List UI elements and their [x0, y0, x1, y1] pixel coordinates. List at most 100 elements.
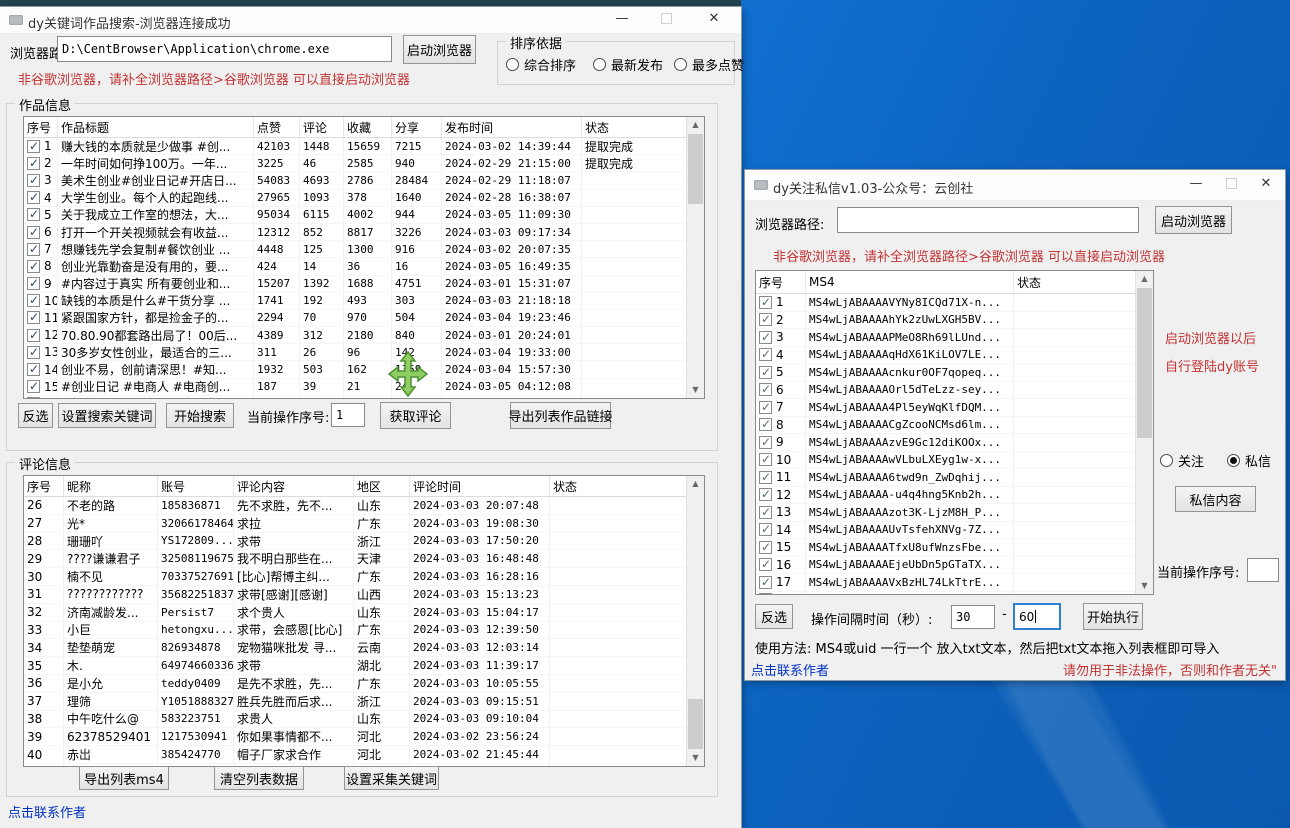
radio-follow[interactable]: 关注 — [1160, 451, 1204, 470]
table-row[interactable]: 3MS4wLjABAAAAPMeO8Rh69lLUnd... — [756, 329, 1136, 347]
table-row[interactable]: 28珊珊吖YS172809...求带浙江2024-03-03 17:50:20 — [24, 533, 687, 551]
column-header[interactable]: MS4 — [806, 271, 1014, 293]
column-header[interactable]: 序号 — [24, 476, 64, 496]
get-comments-button[interactable]: 获取评论 — [380, 402, 451, 429]
row-checkbox[interactable] — [27, 397, 40, 398]
table-row[interactable]: 15MS4wLjABAAAATfxU8ufWnzsFbe... — [756, 539, 1136, 557]
column-header[interactable]: 分享 — [392, 117, 442, 137]
column-header[interactable]: 账号 — [158, 476, 234, 496]
scroll-down-icon[interactable]: ▼ — [687, 750, 704, 766]
scroll-up-icon[interactable]: ▲ — [687, 117, 704, 133]
column-header[interactable]: 状态 — [582, 117, 687, 137]
table-row[interactable]: 5关于我成立工作室的想法，大...95034611540029442024-03… — [24, 207, 687, 224]
row-checkbox[interactable] — [759, 436, 772, 449]
table-row[interactable]: 1330多岁女性创业，最适合的三...31126961422024-03-04 … — [24, 344, 687, 361]
table-row[interactable]: 12MS4wLjABAAAA-u4q4hng5Knb2h... — [756, 487, 1136, 505]
row-checkbox[interactable] — [759, 313, 772, 326]
scroll-up-icon[interactable]: ▲ — [687, 476, 704, 492]
table-row[interactable]: 17MS4wLjABAAAAVxBzHL74LkTtrE... — [756, 574, 1136, 592]
column-header[interactable]: 地区 — [354, 476, 410, 496]
table-row[interactable]: 2一年时间如何挣100万。一年...32254625859402024-02-2… — [24, 155, 687, 172]
invert-selection-button[interactable]: 反选 — [755, 604, 793, 629]
title-bar[interactable]: dy关键词作品搜索-浏览器连接成功 — ✕ — [0, 7, 741, 34]
table-row[interactable]: 8MS4wLjABAAAACgZcooNCMsd6lm... — [756, 417, 1136, 435]
invert-selection-button[interactable]: 反选 — [18, 403, 53, 428]
column-header[interactable]: 作品标题 — [58, 117, 254, 137]
column-header[interactable]: 评论 — [300, 117, 344, 137]
export-links-button[interactable]: 导出列表作品链接 — [510, 402, 611, 429]
table-row[interactable]: 34垫垫萌宠826934878宠物猫咪批发 寻...云南2024-03-03 1… — [24, 639, 687, 657]
table-row[interactable]: 36是小允teddy0409是先不求胜，先...广东2024-03-03 10:… — [24, 675, 687, 693]
contact-author-link[interactable]: 点击联系作者 — [751, 660, 829, 679]
table-row[interactable]: 30楠不见70337527691[比心]帮博主纠...广东2024-03-03 … — [24, 568, 687, 586]
title-bar[interactable]: dy关注私信v1.03-公众号：云创社 — ✕ — [745, 170, 1285, 201]
row-checkbox[interactable] — [27, 346, 40, 359]
column-header[interactable]: 状态 — [1014, 271, 1136, 293]
row-checkbox[interactable] — [27, 311, 40, 324]
table-row[interactable]: 26不老的路185836871先不求胜，先不...山东2024-03-03 20… — [24, 497, 687, 515]
row-checkbox[interactable] — [27, 157, 40, 170]
set-search-keyword-button[interactable]: 设置搜索关键词 — [58, 403, 156, 428]
row-checkbox[interactable] — [759, 418, 772, 431]
row-checkbox[interactable] — [759, 506, 772, 519]
column-header[interactable]: 评论内容 — [234, 476, 354, 496]
close-button[interactable]: ✕ — [698, 7, 730, 33]
column-header[interactable]: 序号 — [24, 117, 58, 137]
column-header[interactable]: 评论时间 — [410, 476, 550, 496]
table-row[interactable]: 9MS4wLjABAAAAzvE9Gc12diKOOx... — [756, 434, 1136, 452]
table-row[interactable]: 4MS4wLjABAAAAqHdX61KiLOV7LE... — [756, 347, 1136, 365]
start-search-button[interactable]: 开始搜索 — [166, 403, 234, 428]
scroll-down-icon[interactable]: ▼ — [687, 382, 704, 398]
scroll-up-icon[interactable]: ▲ — [1136, 271, 1153, 287]
row-checkbox[interactable] — [759, 488, 772, 501]
table-row[interactable]: 37理筛Y1051888327胜兵先胜而后求...浙江2024-03-03 09… — [24, 693, 687, 711]
current-index-input[interactable] — [1247, 558, 1279, 582]
minimize-button[interactable]: — — [606, 7, 638, 33]
row-checkbox[interactable] — [27, 260, 40, 273]
close-button[interactable]: ✕ — [1250, 170, 1282, 200]
browser-path-input[interactable] — [57, 36, 392, 62]
table-row[interactable]: 39623785294011217530941你如果事情都不...河北2024-… — [24, 728, 687, 746]
column-header[interactable]: 发布时间 — [442, 117, 582, 137]
row-checkbox[interactable] — [27, 174, 40, 187]
clear-list-button[interactable]: 清空列表数据 — [214, 766, 304, 790]
radio-sort-most-liked[interactable]: 最多点赞 — [674, 55, 744, 74]
table-row[interactable]: 13MS4wLjABAAAAzot3K-LjzM8H_P... — [756, 504, 1136, 522]
launch-browser-button[interactable]: 启动浏览器 — [1155, 206, 1232, 234]
maximize-button[interactable] — [650, 7, 682, 33]
row-checkbox[interactable] — [759, 523, 772, 536]
row-checkbox[interactable] — [27, 380, 40, 393]
row-checkbox[interactable] — [759, 331, 772, 344]
scrollbar-thumb[interactable] — [688, 134, 703, 204]
row-checkbox[interactable] — [27, 363, 40, 376]
table-row[interactable]: 3美术生创业#创业日记#开店日...5408346932786284842024… — [24, 172, 687, 189]
table-row[interactable]: 29????谦谦君子32508119675我不明白那些在...天津2024-03… — [24, 550, 687, 568]
minimize-button[interactable]: — — [1180, 170, 1212, 200]
row-checkbox[interactable] — [27, 226, 40, 239]
radio-dm[interactable]: 私信 — [1227, 451, 1271, 470]
table-row[interactable]: 14创业不易，创前请深思！#知...193250316213592024-03-… — [24, 361, 687, 378]
maximize-button[interactable] — [1215, 170, 1247, 200]
table-row[interactable]: 1MS4wLjABAAAAVYNy8ICQd71X-n... — [756, 294, 1136, 312]
table-row[interactable]: 38中午吃什么@583223751求贵人山东2024-03-03 09:10:0… — [24, 711, 687, 729]
dm-content-button[interactable]: 私信内容 — [1175, 486, 1256, 512]
interval-min-input[interactable] — [951, 605, 995, 629]
row-checkbox[interactable] — [27, 277, 40, 290]
table-row[interactable]: 1270.80.90都套路出局了！00后...43893122180840202… — [24, 327, 687, 344]
table-row[interactable]: 11紧跟国家方针，都是捡金子的...2294709705042024-03-04… — [24, 310, 687, 327]
table-row[interactable]: 10MS4wLjABAAAAwVLbuLXEyg1w-x... — [756, 452, 1136, 470]
column-header[interactable]: 序号 — [756, 271, 806, 293]
column-header[interactable]: 状态 — [550, 476, 687, 496]
row-checkbox[interactable] — [759, 453, 772, 466]
current-index-input[interactable] — [331, 403, 365, 427]
launch-browser-button[interactable]: 启动浏览器 — [403, 35, 476, 64]
table-row[interactable]: 6MS4wLjABAAAAOrl5dTeLzz-sey... — [756, 382, 1136, 400]
table-row[interactable]: 6打开一个开关视频就会有收益...12312852881732262024-03… — [24, 224, 687, 241]
scrollbar-thumb[interactable] — [688, 699, 703, 749]
row-checkbox[interactable] — [759, 471, 772, 484]
table-row[interactable]: 10缺钱的本质是什么#干货分享 ...17411924933032024-03-… — [24, 293, 687, 310]
contact-author-link[interactable]: 点击联系作者 — [8, 802, 86, 821]
export-ms4-button[interactable]: 导出列表ms4 — [79, 766, 169, 790]
table-row[interactable]: 27光*32066178464求拉广东2024-03-03 19:08:30 — [24, 515, 687, 533]
row-checkbox[interactable] — [27, 294, 40, 307]
